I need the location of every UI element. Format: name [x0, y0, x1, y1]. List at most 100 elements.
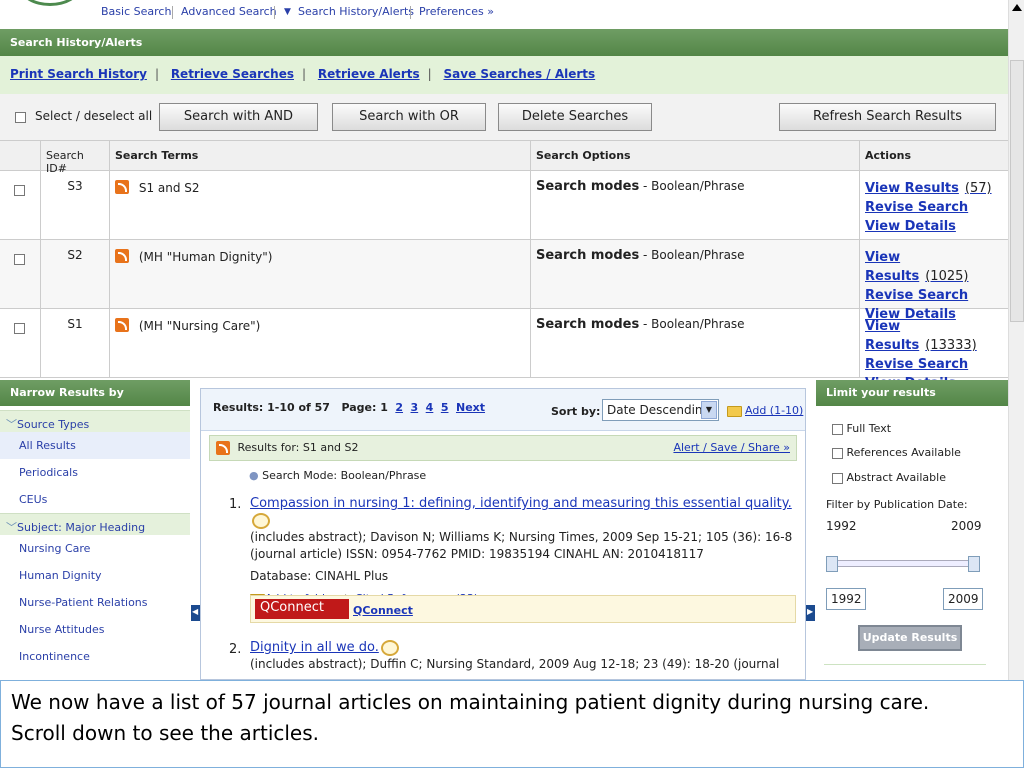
sort-select[interactable]: Date Descending ▼	[602, 399, 719, 421]
revise-search-link[interactable]: Revise Search	[865, 198, 1003, 217]
facet-group-source-types[interactable]: ﹀Source Types	[0, 410, 190, 432]
revise-search-link[interactable]: Revise Search	[865, 355, 1003, 374]
row-checkbox[interactable]	[0, 240, 41, 309]
scroll-up-icon[interactable]	[1012, 4, 1022, 11]
facet-human-dignity[interactable]: Human Dignity	[0, 562, 190, 589]
rss-icon[interactable]	[216, 441, 230, 455]
date-range-max: 2009	[951, 519, 982, 533]
preview-magnifier-icon[interactable]	[380, 639, 399, 656]
search-terms: S1 and S2	[110, 171, 531, 240]
facet-periodicals[interactable]: Periodicals	[0, 459, 190, 486]
nav-divider	[410, 6, 411, 19]
revise-search-link[interactable]: Revise Search	[865, 286, 1003, 305]
search-history-title: Search History/Alerts	[0, 29, 1008, 56]
collapse-right-panel-button[interactable]: ▶	[806, 605, 815, 621]
row-checkbox[interactable]	[0, 309, 41, 378]
result-title-link[interactable]: Compassion in nursing 1: defining, ident…	[250, 496, 792, 511]
scroll-thumb[interactable]	[1010, 60, 1024, 322]
table-row: S3 S1 and S2 Search modes - Boolean/Phra…	[0, 171, 1008, 240]
update-results-button[interactable]: Update Results	[858, 625, 962, 651]
history-toolbar: Select / deselect all Search with AND Se…	[0, 94, 1008, 140]
full-text-option[interactable]: Full Text	[832, 422, 891, 435]
page-4-link[interactable]: 4	[426, 401, 434, 414]
column-header-select	[0, 141, 41, 171]
delete-searches-button[interactable]: Delete Searches	[498, 103, 652, 131]
result-title-link[interactable]: Dignity in all we do.	[250, 640, 379, 655]
references-available-option[interactable]: References Available	[832, 446, 961, 459]
save-searches-link[interactable]: Save Searches / Alerts	[444, 67, 596, 81]
rss-icon[interactable]	[115, 179, 129, 194]
preview-magnifier-icon[interactable]	[252, 512, 270, 529]
search-with-or-button[interactable]: Search with OR	[332, 103, 486, 131]
result-item: Dignity in all we do. (includes abstract…	[250, 639, 780, 671]
facet-nurse-attitudes[interactable]: Nurse Attitudes	[0, 616, 190, 643]
sort-label: Sort by:	[551, 405, 601, 418]
alert-save-share-link[interactable]: Alert / Save / Share »	[673, 441, 790, 454]
facet-ceus[interactable]: CEUs	[0, 486, 190, 513]
limit-results-title: Limit your results	[816, 380, 1008, 406]
column-header-options: Search Options	[531, 141, 860, 171]
view-details-link[interactable]: View Details	[865, 217, 1003, 236]
date-slider-track[interactable]	[828, 560, 978, 567]
refresh-search-results-button[interactable]: Refresh Search Results	[779, 103, 996, 131]
page-scrollbar[interactable]	[1008, 0, 1024, 680]
facet-nursing-care[interactable]: Nursing Care	[0, 535, 190, 562]
page-3-link[interactable]: 3	[411, 401, 419, 414]
facet-all-results[interactable]: All Results	[0, 432, 190, 459]
retrieve-searches-link[interactable]: Retrieve Searches	[171, 67, 294, 81]
row-checkbox[interactable]	[0, 171, 41, 240]
chevron-down-icon: ﹀	[6, 521, 17, 534]
retrieve-alerts-link[interactable]: Retrieve Alerts	[318, 67, 420, 81]
facet-nurse-patient-relations[interactable]: Nurse-Patient Relations	[0, 589, 190, 616]
rss-icon[interactable]	[115, 248, 129, 263]
select-all-checkbox[interactable]	[15, 110, 26, 124]
nav-search-history[interactable]: Search History/Alerts	[298, 5, 414, 18]
date-to-input[interactable]: 2009	[943, 588, 983, 610]
result-number: 2.	[229, 642, 242, 657]
date-slider-min-handle[interactable]	[826, 556, 838, 572]
page-5-link[interactable]: 5	[441, 401, 449, 414]
next-page-link[interactable]: Next	[456, 401, 485, 414]
rss-icon[interactable]	[115, 317, 129, 332]
qconnect-link[interactable]: QConnect	[353, 604, 413, 617]
limit-results-panel: Limit your results Full Text References …	[816, 380, 1008, 680]
result-item: Compassion in nursing 1: defining, ident…	[250, 495, 800, 607]
nav-basic-search[interactable]: Basic Search	[101, 5, 171, 18]
date-from-input[interactable]: 1992	[826, 588, 866, 610]
abstract-available-option[interactable]: Abstract Available	[832, 471, 946, 484]
caption-line-2: Scroll down to see the articles.	[11, 721, 320, 745]
table-row: S1 (MH "Nursing Care") Search modes - Bo…	[0, 309, 1008, 391]
search-id: S2	[41, 240, 110, 309]
view-results-link[interactable]: View Results (57)	[865, 179, 1003, 198]
caption-box: We now have a list of 57 journal article…	[0, 680, 1024, 768]
folder-icon	[727, 404, 742, 417]
nav-divider	[274, 6, 275, 19]
chevron-down-icon: ▼	[701, 401, 717, 419]
results-panel: Results: 1-10 of 57 Page: 1 2 3 4 5 Next…	[200, 388, 806, 680]
collapse-left-panel-button[interactable]: ◀	[191, 605, 200, 621]
result-number: 1.	[229, 497, 242, 512]
nav-preferences[interactable]: Preferences »	[419, 5, 494, 18]
table-row: S2 (MH "Human Dignity") Search modes - B…	[0, 240, 1008, 322]
top-nav: Basic Search Advanced Search ▼ Search Hi…	[0, 0, 1008, 28]
search-options: Search modes - Boolean/Phrase	[531, 171, 860, 240]
search-options: Search modes - Boolean/Phrase	[531, 309, 860, 378]
view-results-link[interactable]: View Results (13333)	[865, 317, 1003, 355]
nav-advanced-search[interactable]: Advanced Search	[181, 5, 277, 18]
facet-incontinence[interactable]: Incontinence	[0, 643, 190, 670]
search-mode-text: ● Search Mode: Boolean/Phrase	[249, 469, 427, 482]
search-with-and-button[interactable]: Search with AND	[159, 103, 318, 131]
print-search-history-link[interactable]: Print Search History	[10, 67, 147, 81]
facet-group-subject[interactable]: ﹀Subject: Major Heading	[0, 513, 190, 535]
row-actions: View Results (1025) Revise Search View De…	[860, 240, 1008, 322]
divider	[824, 664, 986, 665]
add-to-folder-link[interactable]: Add (1-10)	[745, 404, 803, 417]
column-header-id: Search ID#	[41, 141, 110, 175]
nav-divider	[172, 6, 173, 19]
page-2-link[interactable]: 2	[395, 401, 403, 414]
qconnect-logo[interactable]: QConnect	[255, 599, 349, 619]
view-results-link[interactable]: View Results (1025)	[865, 248, 1003, 286]
qconnect-bar: QConnect QConnect	[250, 595, 796, 623]
logo	[20, 0, 80, 6]
date-slider-max-handle[interactable]	[968, 556, 980, 572]
